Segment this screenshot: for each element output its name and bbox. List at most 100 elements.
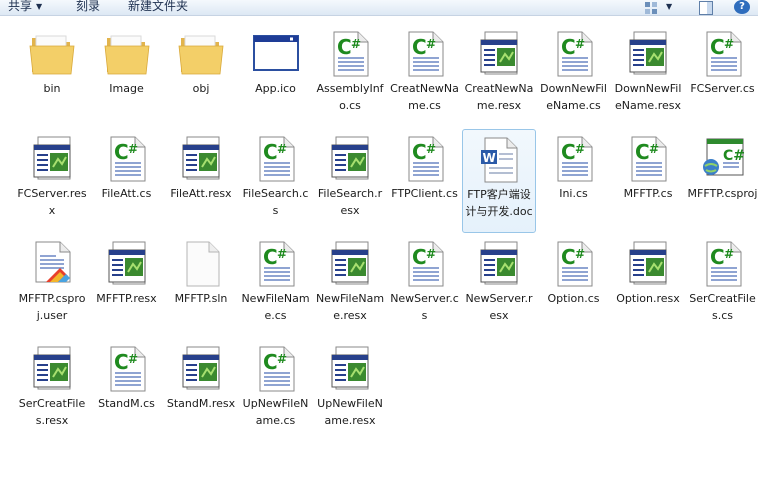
csproj-user-icon bbox=[26, 238, 78, 288]
file-item[interactable]: CreatNewName.resx bbox=[462, 24, 536, 128]
file-item[interactable]: C # MFFTP.cs bbox=[611, 129, 685, 233]
share-menu-button[interactable]: 共享 ▼ bbox=[8, 0, 42, 14]
file-item[interactable]: FCServer.resx bbox=[15, 129, 89, 233]
svg-text:#: # bbox=[575, 142, 585, 156]
svg-text:#: # bbox=[351, 37, 361, 51]
file-item[interactable]: bin bbox=[15, 24, 89, 128]
view-dropdown-chevron-icon[interactable]: ▼ bbox=[666, 0, 678, 14]
file-item[interactable]: App.ico bbox=[239, 24, 313, 128]
resx-file-icon bbox=[175, 343, 227, 393]
file-name-label: DownNewFileName.resx bbox=[614, 82, 682, 112]
file-item[interactable]: MFFTP.csproj.user bbox=[15, 234, 89, 338]
csharp-file-icon: C # bbox=[250, 238, 302, 288]
word-doc-icon: W bbox=[473, 134, 525, 184]
new-folder-label: 新建文件夹 bbox=[128, 0, 189, 13]
csharp-file-icon: C # bbox=[697, 238, 749, 288]
file-item[interactable]: C# MFFTP.csproj bbox=[686, 129, 758, 233]
resx-file-icon bbox=[622, 28, 674, 78]
file-item[interactable]: StandM.resx bbox=[164, 339, 238, 443]
csharp-file-icon: C # bbox=[250, 133, 302, 183]
file-item[interactable]: C # StandM.cs bbox=[90, 339, 164, 443]
file-item[interactable]: C # Option.cs bbox=[537, 234, 611, 338]
svg-text:#: # bbox=[575, 37, 585, 51]
file-item[interactable]: C # SerCreatFiles.cs bbox=[686, 234, 758, 338]
file-item[interactable]: C # FTPClient.cs bbox=[388, 129, 462, 233]
file-item[interactable]: C # FileAtt.cs bbox=[90, 129, 164, 233]
file-name-label: FCServer.resx bbox=[17, 187, 87, 217]
svg-text:#: # bbox=[575, 247, 585, 261]
file-name-label: Option.resx bbox=[616, 292, 680, 305]
svg-text:C: C bbox=[561, 35, 576, 59]
svg-text:C: C bbox=[263, 350, 278, 374]
svg-text:C: C bbox=[114, 350, 129, 374]
file-item[interactable]: SerCreatFiles.resx bbox=[15, 339, 89, 443]
file-name-label: MFFTP.sln bbox=[174, 292, 228, 305]
svg-text:C: C bbox=[561, 245, 576, 269]
file-item[interactable]: NewServer.resx bbox=[462, 234, 536, 338]
svg-text:#: # bbox=[277, 142, 287, 156]
svg-text:C: C bbox=[710, 35, 725, 59]
file-item[interactable]: MFFTP.resx bbox=[90, 234, 164, 338]
svg-text:W: W bbox=[483, 151, 496, 165]
svg-text:C: C bbox=[635, 140, 650, 164]
svg-text:#: # bbox=[724, 37, 734, 51]
file-item[interactable]: C # FileSearch.cs bbox=[239, 129, 313, 233]
svg-text:#: # bbox=[277, 352, 287, 366]
svg-text:#: # bbox=[128, 352, 138, 366]
file-item[interactable]: NewFileName.resx bbox=[313, 234, 387, 338]
file-name-label: DownNewFileName.cs bbox=[540, 82, 607, 112]
svg-text:C: C bbox=[412, 245, 427, 269]
csharp-file-icon: C # bbox=[101, 343, 153, 393]
file-item[interactable]: Image bbox=[90, 24, 164, 128]
preview-pane-icon[interactable] bbox=[698, 0, 714, 15]
file-name-label: AssemblyInfo.cs bbox=[316, 82, 384, 112]
file-item[interactable]: C # AssemblyInfo.cs bbox=[313, 24, 387, 128]
csharp-file-icon: C # bbox=[399, 28, 451, 78]
file-item[interactable]: FileAtt.resx bbox=[164, 129, 238, 233]
file-item[interactable]: C # NewServer.cs bbox=[388, 234, 462, 338]
csharp-file-icon: C # bbox=[399, 133, 451, 183]
file-item[interactable]: obj bbox=[164, 24, 238, 128]
file-item[interactable]: UpNewFileName.resx bbox=[313, 339, 387, 443]
file-name-label: App.ico bbox=[255, 82, 296, 95]
file-name-label: FileSearch.cs bbox=[242, 187, 309, 217]
file-item[interactable]: FileSearch.resx bbox=[313, 129, 387, 233]
file-name-label: NewServer.cs bbox=[390, 292, 459, 322]
file-item[interactable]: C # CreatNewName.cs bbox=[388, 24, 462, 128]
resx-file-icon bbox=[324, 238, 376, 288]
file-item[interactable]: C # UpNewFileName.cs bbox=[239, 339, 313, 443]
file-item[interactable]: C # NewFileName.cs bbox=[239, 234, 313, 338]
file-item[interactable]: W FTP客户端设计与开发.doc bbox=[462, 129, 536, 233]
file-item[interactable]: DownNewFileName.resx bbox=[611, 24, 685, 128]
file-name-label: CreatNewName.cs bbox=[390, 82, 459, 112]
file-name-label: UpNewFileName.resx bbox=[317, 397, 383, 427]
file-list: bin Image obj App.ico C # AssemblyInfo.c… bbox=[0, 24, 758, 502]
file-name-label: NewServer.resx bbox=[465, 292, 533, 322]
file-name-label: StandM.cs bbox=[98, 397, 155, 410]
file-name-label: MFFTP.csproj.user bbox=[18, 292, 86, 322]
file-name-label: StandM.resx bbox=[166, 397, 236, 410]
svg-text:#: # bbox=[724, 247, 734, 261]
file-item[interactable]: MFFTP.sln bbox=[164, 234, 238, 338]
share-label: 共享 bbox=[8, 0, 33, 13]
svg-text:#: # bbox=[426, 37, 436, 51]
file-item[interactable]: C # DownNewFileName.cs bbox=[537, 24, 611, 128]
help-icon[interactable]: ? bbox=[734, 0, 750, 14]
file-name-label: MFFTP.resx bbox=[96, 292, 157, 305]
resx-file-icon bbox=[26, 343, 78, 393]
ico-file-icon bbox=[250, 28, 302, 78]
file-name-label: SerCreatFiles.resx bbox=[18, 397, 86, 427]
file-item[interactable]: C # FCServer.cs bbox=[686, 24, 758, 128]
file-item[interactable]: C # Ini.cs bbox=[537, 129, 611, 233]
csharp-file-icon: C # bbox=[622, 133, 674, 183]
burn-button[interactable]: 刻录 bbox=[76, 0, 100, 14]
resx-file-icon bbox=[175, 133, 227, 183]
file-name-label: MFFTP.cs bbox=[623, 187, 673, 200]
view-options-icon[interactable] bbox=[644, 0, 660, 14]
csharp-file-icon: C # bbox=[399, 238, 451, 288]
file-name-label: MFFTP.csproj bbox=[687, 187, 758, 200]
resx-file-icon bbox=[473, 238, 525, 288]
file-item[interactable]: Option.resx bbox=[611, 234, 685, 338]
blank-file-icon bbox=[175, 238, 227, 288]
new-folder-button[interactable]: 新建文件夹 bbox=[128, 0, 188, 14]
